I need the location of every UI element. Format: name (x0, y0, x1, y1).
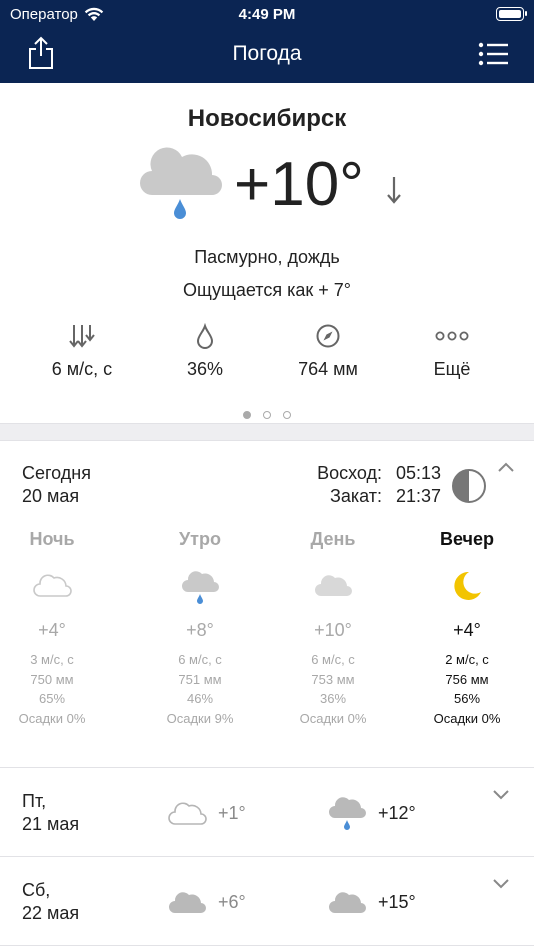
feels-like: Ощущается как + 7° (183, 280, 351, 300)
section-divider (0, 423, 534, 441)
current-temperature: +10° (234, 150, 364, 219)
today-label: Сегодня (22, 463, 91, 483)
weather-condition: Пасмурно, дождь (194, 247, 340, 267)
sunrise-label: Восход: (317, 463, 382, 483)
sunset-time: 21:37 (395, 486, 441, 506)
period-name: Утро (178, 529, 221, 549)
period-details: 2 м/с, с 756 мм 56% Осадки 0% (407, 650, 527, 728)
period-wind: 6 м/с, с (311, 652, 355, 667)
period-humidity: 65% (38, 691, 66, 706)
page-dot[interactable] (243, 411, 251, 419)
page-title: Погода (232, 42, 302, 65)
forecast-weekday: Пт, (22, 791, 47, 811)
more-icon[interactable] (435, 323, 469, 349)
period-temp: +4° (453, 620, 481, 640)
forecast-night-temp: +6° (218, 892, 246, 912)
period-temp: +8° (186, 620, 214, 640)
pressure-value: 764 мм (298, 359, 358, 379)
period-night: Ночь +4° 3 м/с, с 750 мм 65% Осадки 0% (0, 529, 112, 728)
forecast-date: 22 мая (22, 903, 80, 923)
period-details: 6 м/с, с 751 мм 46% Осадки 9% (140, 650, 260, 728)
forecast-day: Пт, 21 мая (22, 790, 79, 836)
period-pressure: 756 мм (445, 671, 489, 687)
period-name: Вечер (439, 529, 495, 549)
cloud-outline-icon (33, 574, 72, 597)
wind-value: 6 м/с, с (51, 359, 113, 379)
cloud-icon (315, 575, 352, 596)
period-humidity: 36% (319, 691, 347, 706)
sunrise-time: 05:13 (395, 463, 441, 483)
period-day: День +10° 6 м/с, с 753 мм 36% Осадки 0% (273, 529, 393, 728)
battery-icon (496, 7, 527, 21)
nav-bar: Погода (0, 28, 534, 83)
period-humidity: 56% (453, 691, 481, 706)
rain-cloud-icon (329, 797, 366, 830)
chevron-down-icon[interactable] (493, 790, 509, 800)
moon-icon (454, 571, 481, 600)
city-name: Новосибирск (187, 105, 347, 132)
status-time: 4:49 PM (238, 6, 296, 23)
arrow-down-icon (387, 177, 401, 204)
period-pressure: 750 мм (30, 671, 74, 687)
sunset-label: Закат: (329, 486, 382, 506)
period-evening: Вечер +4° 2 м/с, с 756 мм 56% Осадки 0% (407, 529, 527, 728)
metric-wind: 6 м/с, с (17, 323, 147, 380)
period-pressure: 751 мм (178, 671, 222, 687)
period-details: 3 м/с, с 750 мм 65% Осадки 0% (0, 650, 112, 728)
cloud-icon (169, 892, 206, 913)
forecast-weekday: Сб, (22, 880, 51, 900)
current-weather[interactable]: Новосибирск +10° Пасмурно, дождь Ощущает… (0, 83, 534, 423)
forecast-row[interactable]: Пт, 21 мая +1° +12° (0, 768, 534, 857)
wind-icon (69, 325, 95, 348)
forecast-date: 21 мая (22, 814, 80, 834)
forecast-day-temp: +15° (378, 892, 416, 912)
metric-more[interactable]: Ещё (387, 323, 517, 380)
forecast-row[interactable]: Сб, 22 мая +6° +15° (0, 857, 534, 946)
period-details: 6 м/с, с 753 мм 36% Осадки 0% (273, 650, 393, 728)
cloud-icon (329, 892, 366, 913)
period-precip: Осадки 0% (299, 710, 367, 726)
period-name: День (310, 529, 356, 549)
period-temp: +4° (38, 620, 66, 640)
status-bar: Оператор 4:49 PM (0, 0, 534, 28)
chevron-up-icon[interactable] (498, 462, 514, 472)
today-section[interactable]: Сегодня 20 мая Восход: 05:13 Закат: 21:3… (0, 441, 534, 768)
page-dot[interactable] (283, 411, 291, 419)
forecast-night-temp: +1° (218, 803, 246, 823)
moon-phase-icon (452, 469, 486, 503)
period-name: Ночь (29, 529, 75, 549)
period-wind: 6 м/с, с (178, 652, 222, 667)
period-pressure: 753 мм (311, 671, 355, 687)
period-wind: 3 м/с, с (30, 652, 74, 667)
period-morning: Утро +8° 6 м/с, с 751 мм 46% Осадки 9% (140, 529, 260, 728)
period-precip: Осадки 0% (18, 710, 86, 726)
period-humidity: 46% (186, 691, 214, 706)
period-precip: Осадки 9% (166, 710, 234, 726)
pressure-icon (316, 324, 340, 348)
rain-cloud-icon (182, 571, 219, 604)
period-wind: 2 м/с, с (445, 652, 489, 667)
period-precip: Осадки 0% (433, 710, 501, 726)
cloud-outline-icon (168, 802, 207, 825)
page-indicator[interactable] (0, 406, 534, 424)
humidity-icon (196, 323, 214, 349)
more-label[interactable]: Ещё (387, 359, 517, 380)
period-temp: +10° (314, 620, 352, 640)
page-dot[interactable] (263, 411, 271, 419)
chevron-down-icon[interactable] (493, 879, 509, 889)
forecast-day: Сб, 22 мая (22, 879, 79, 925)
forecast-day-temp: +12° (378, 803, 416, 823)
metric-pressure: 764 мм (263, 323, 393, 380)
today-date: 20 мая (22, 486, 80, 506)
metric-humidity: 36% (140, 323, 270, 380)
rain-cloud-icon (140, 147, 222, 219)
humidity-value: 36% (186, 359, 224, 379)
list-menu-icon[interactable] (478, 42, 508, 66)
